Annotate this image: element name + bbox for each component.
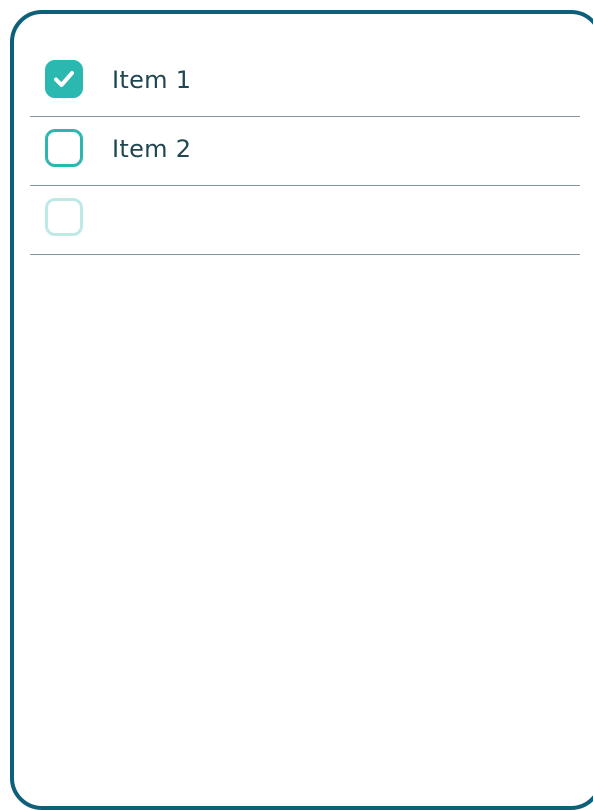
item-1-checkbox[interactable] xyxy=(45,60,83,98)
checklist-item-new xyxy=(30,186,580,255)
checklist-item: Item 1 xyxy=(30,48,580,117)
checklist-card: Item 1 Item 2 xyxy=(10,10,593,810)
checklist: Item 1 Item 2 xyxy=(30,48,580,255)
item-2-label: Item 2 xyxy=(112,135,192,163)
checkmark-icon xyxy=(54,71,74,87)
new-item-checkbox[interactable] xyxy=(45,198,83,236)
checklist-item: Item 2 xyxy=(30,117,580,186)
item-2-checkbox[interactable] xyxy=(45,129,83,167)
item-1-label: Item 1 xyxy=(112,66,192,94)
